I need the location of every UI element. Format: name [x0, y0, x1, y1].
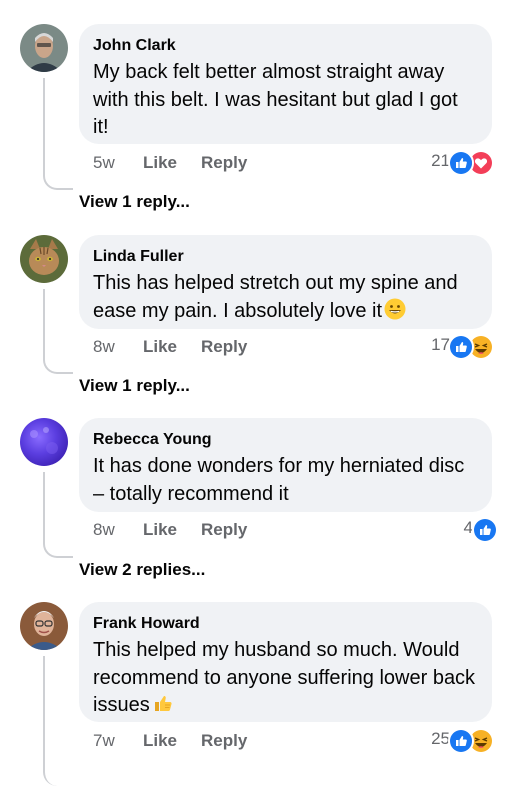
avatar[interactable] [20, 24, 68, 72]
reply-thread-line [43, 289, 73, 374]
comment-author[interactable]: Rebecca Young [93, 430, 478, 450]
reaction-summary[interactable]: 25 [398, 728, 498, 754]
like-reaction-icon [448, 334, 474, 360]
like-reaction-icon [448, 150, 474, 176]
reply-thread-line [43, 78, 73, 190]
comment-text: It has done wonders for my herniated dis… [93, 455, 465, 505]
view-replies-link[interactable]: View 1 reply... [79, 192, 190, 212]
comment-author[interactable]: Frank Howard [93, 614, 478, 634]
comment-bubble: Rebecca Young It has done wonders for my… [79, 418, 492, 512]
comment-author[interactable]: Linda Fuller [93, 247, 478, 267]
comment-text: This helped my husband so much. Would re… [93, 637, 478, 720]
purple-avatar-icon [20, 418, 68, 466]
like-button[interactable]: Like [143, 153, 177, 173]
comment-bubble: John Clark My back felt better almost st… [79, 24, 492, 144]
comment-bubble: Frank Howard This helped my husband so m… [79, 602, 492, 722]
reaction-summary[interactable]: 4 [398, 517, 498, 543]
avatar[interactable] [20, 235, 68, 283]
reply-button[interactable]: Reply [201, 337, 247, 357]
cat-photo-icon [20, 235, 68, 283]
comment-text: My back felt better almost straight away… [93, 61, 458, 138]
comment-timestamp[interactable]: 8w [93, 337, 115, 357]
avatar-photo-icon [20, 24, 68, 72]
comment-text: This has helped stretch out my spine and… [93, 270, 478, 325]
grinning-face-emoji-icon [384, 298, 406, 319]
comment-actions: 7w Like Reply [93, 731, 393, 755]
avatar[interactable] [20, 602, 68, 650]
view-replies-link[interactable]: View 1 reply... [79, 376, 190, 396]
like-button[interactable]: Like [143, 731, 177, 751]
comment-text-content: This helped my husband so much. Would re… [93, 639, 476, 716]
reaction-summary[interactable]: 21 [398, 150, 498, 176]
comment-timestamp[interactable]: 7w [93, 731, 115, 751]
like-reaction-icon [448, 728, 474, 754]
comment-bubble: Linda Fuller This has helped stretch out… [79, 235, 492, 329]
avatar-photo-icon [20, 602, 68, 650]
reaction-summary[interactable]: 17 [398, 334, 498, 360]
comment-timestamp[interactable]: 5w [93, 153, 115, 173]
reply-thread-line [43, 656, 73, 786]
comment-actions: 8w Like Reply [93, 337, 393, 361]
comment-actions: 5w Like Reply [93, 153, 393, 177]
reply-thread-line [43, 472, 73, 558]
view-replies-link[interactable]: View 2 replies... [79, 560, 205, 580]
comment-actions: 8w Like Reply [93, 520, 393, 544]
comment-author[interactable]: John Clark [93, 36, 478, 56]
comment-timestamp[interactable]: 8w [93, 520, 115, 540]
like-reaction-icon [472, 517, 498, 543]
reply-button[interactable]: Reply [201, 153, 247, 173]
reply-button[interactable]: Reply [201, 520, 247, 540]
like-button[interactable]: Like [143, 520, 177, 540]
avatar[interactable] [20, 418, 68, 466]
reply-button[interactable]: Reply [201, 731, 247, 751]
thumbs-up-emoji-icon [154, 696, 172, 711]
like-button[interactable]: Like [143, 337, 177, 357]
